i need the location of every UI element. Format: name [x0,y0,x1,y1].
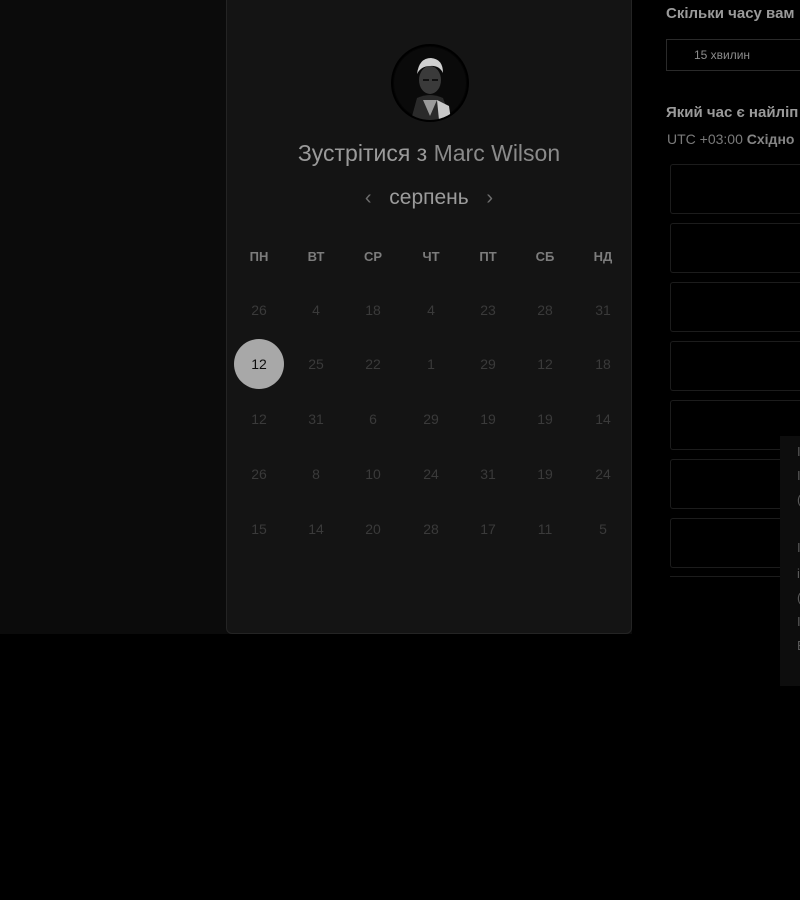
time-slot[interactable] [670,164,800,214]
calendar-day: 29 [480,356,496,372]
weekday-label: НД [593,249,613,264]
calendar-day: 15 [251,521,267,537]
calendar-day: 19 [537,411,553,427]
calendar-day: 29 [423,411,439,427]
duration-option-15[interactable]: 15 хвилин [666,39,778,71]
calendar-day: 31 [308,411,324,427]
calendar-day: 14 [308,521,324,537]
calendar-day: 18 [595,356,611,372]
weekday-label: ЧТ [422,249,440,264]
host-portrait [394,47,466,120]
calendar-day: 14 [595,411,611,427]
calendar-day: 19 [480,411,496,427]
month-label: серпень [389,186,469,209]
chevron-left-icon[interactable]: ‹ [361,187,375,210]
calendar-day: 8 [312,466,320,482]
weekday-label: СР [363,249,383,264]
calendar-day: 4 [427,302,435,318]
month-navigation: ‹ серпень › [226,186,632,210]
booking-page: Зустрітися з Marc Wilson ‹ серпень › ПН В… [0,0,800,900]
weekday-label: ВТ [307,249,325,264]
selected-day[interactable]: 12 [234,339,284,389]
calendar-day: 23 [480,302,496,318]
calendar-day: 12 [537,356,553,372]
calendar-day: 28 [537,302,553,318]
calendar-day: 4 [312,302,320,318]
calendar-day: 18 [365,302,381,318]
calendar-day: 6 [369,411,377,427]
calendar-day: 12 [251,411,267,427]
weekday-label: СБ [535,249,555,264]
calendar-day: 31 [480,466,496,482]
calendar-day: 26 [251,302,267,318]
duration-option-next[interactable] [777,39,800,71]
host-name: Marc Wilson [433,140,561,166]
title-prefix: Зустрітися з [297,140,428,166]
time-question: Який час є найліп [666,104,799,121]
host-avatar [391,44,469,122]
notice-glyph: i [797,566,800,581]
weekday-label: ПН [249,249,269,264]
duration-question: Скільки часу вам [666,5,795,22]
time-slot[interactable] [670,341,800,391]
calendar-day: 11 [537,521,553,537]
chevron-right-icon[interactable]: › [483,187,497,210]
calendar-day: 5 [599,521,607,537]
calendar-day: 22 [365,356,381,372]
calendar-day: 24 [595,466,611,482]
time-slot[interactable] [670,223,800,273]
calendar-day: 28 [423,521,439,537]
calendar-day: 26 [251,466,267,482]
divider [670,576,780,577]
calendar-day: 1 [427,356,435,372]
page-title: Зустрітися з Marc Wilson [226,140,632,167]
calendar-day: 24 [423,466,439,482]
calendar-day: 19 [537,466,553,482]
timezone-name: Східно [746,131,795,147]
calendar-day: 25 [308,356,324,372]
weekday-label: ПТ [479,249,497,264]
cookie-notice-panel: I I ( I i ( I E [780,436,800,686]
calendar-day: 17 [480,521,496,537]
time-slot[interactable] [670,282,800,332]
timezone-label[interactable]: UTC +03:00 Східно [667,131,794,147]
calendar-day: 31 [595,302,611,318]
timezone-offset: UTC +03:00 [667,131,743,147]
calendar-day: 10 [365,466,381,482]
calendar-day: 20 [365,521,381,537]
